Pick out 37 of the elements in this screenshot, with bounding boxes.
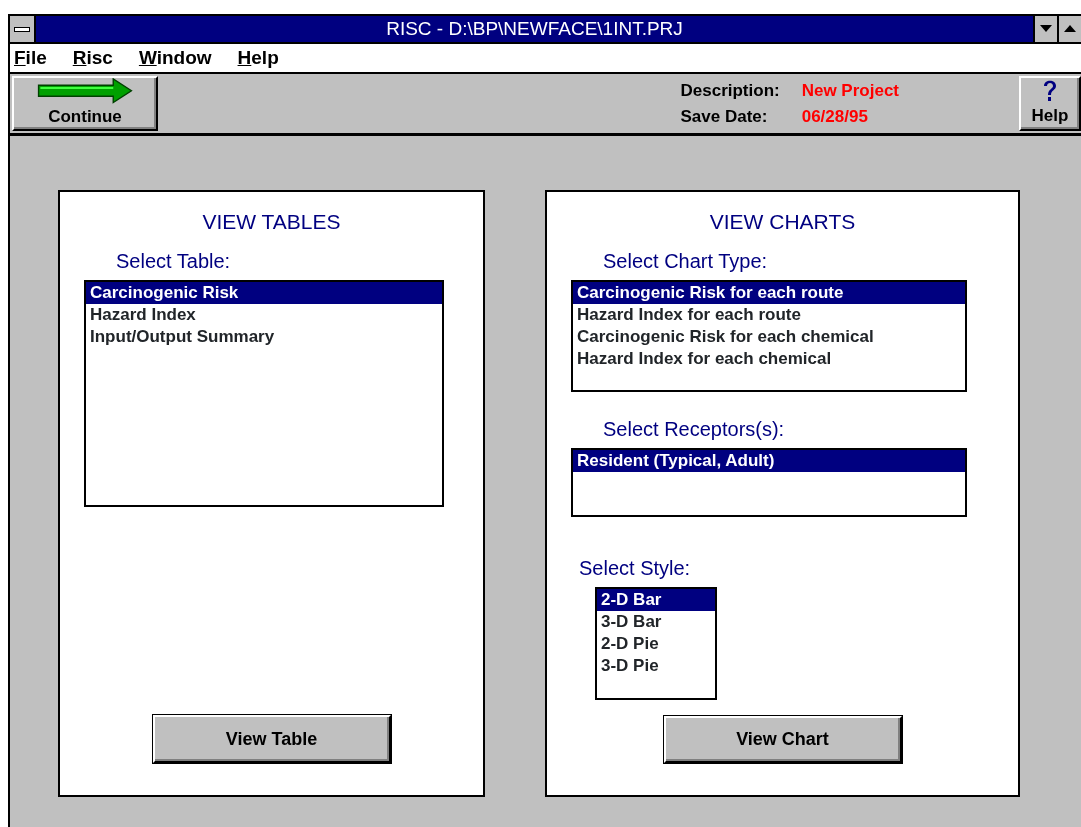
list-item[interactable]: 2-D Pie [597, 633, 715, 655]
list-item[interactable]: Hazard Index for each chemical [573, 347, 965, 370]
minimize-button[interactable] [1033, 16, 1057, 42]
list-label: Select Receptors(s): [603, 417, 785, 443]
list-item[interactable]: Input/Output Summary [86, 325, 442, 348]
list-label: Select Table: [116, 248, 231, 274]
info-label: Save Date: [680, 105, 769, 128]
list-item[interactable]: Carcinogenic Risk [86, 281, 442, 304]
question-mark-icon [1042, 78, 1058, 103]
down-triangle-icon [1040, 25, 1052, 33]
menu-item[interactable]: File [14, 43, 47, 73]
menu-item[interactable]: Risc [72, 43, 113, 73]
maximize-button[interactable] [1057, 16, 1081, 42]
panel-title: VIEW TABLES [202, 209, 341, 235]
list-label: Select Style: [579, 556, 691, 581]
window-title: RISC - D:\BP\NEWFACE\1INT.PRJ [385, 16, 684, 41]
up-triangle-icon [1064, 25, 1076, 33]
view-table-button[interactable]: View Table [152, 715, 391, 763]
continue-button[interactable]: Continue [12, 76, 158, 131]
list-item[interactable]: Hazard Index [86, 303, 442, 326]
list-item[interactable]: 3-D Bar [597, 611, 715, 633]
list-item[interactable]: 3-D Pie [597, 655, 715, 677]
list-item[interactable]: Resident (Typical, Adult) [573, 450, 965, 473]
info-label: Description: [680, 80, 780, 102]
list-item[interactable]: Hazard Index for each route [573, 303, 965, 326]
info-value: 06/28/95 [801, 105, 869, 128]
view-chart-button[interactable]: View Chart [663, 715, 902, 763]
list-item[interactable]: 2-D Bar [597, 589, 715, 611]
menu-item[interactable]: Help [237, 43, 279, 73]
info-value: New Project [801, 80, 899, 102]
list-label: Select Chart Type: [603, 248, 768, 274]
help-button[interactable]: Help [1019, 76, 1081, 131]
list-item[interactable]: Carcinogenic Risk for each chemical [573, 325, 965, 348]
list-item[interactable]: Carcinogenic Risk for each route [573, 281, 965, 304]
system-menu-button[interactable] [10, 16, 36, 42]
panel-title: VIEW CHARTS [709, 209, 856, 235]
menu-item[interactable]: Window [138, 43, 212, 73]
